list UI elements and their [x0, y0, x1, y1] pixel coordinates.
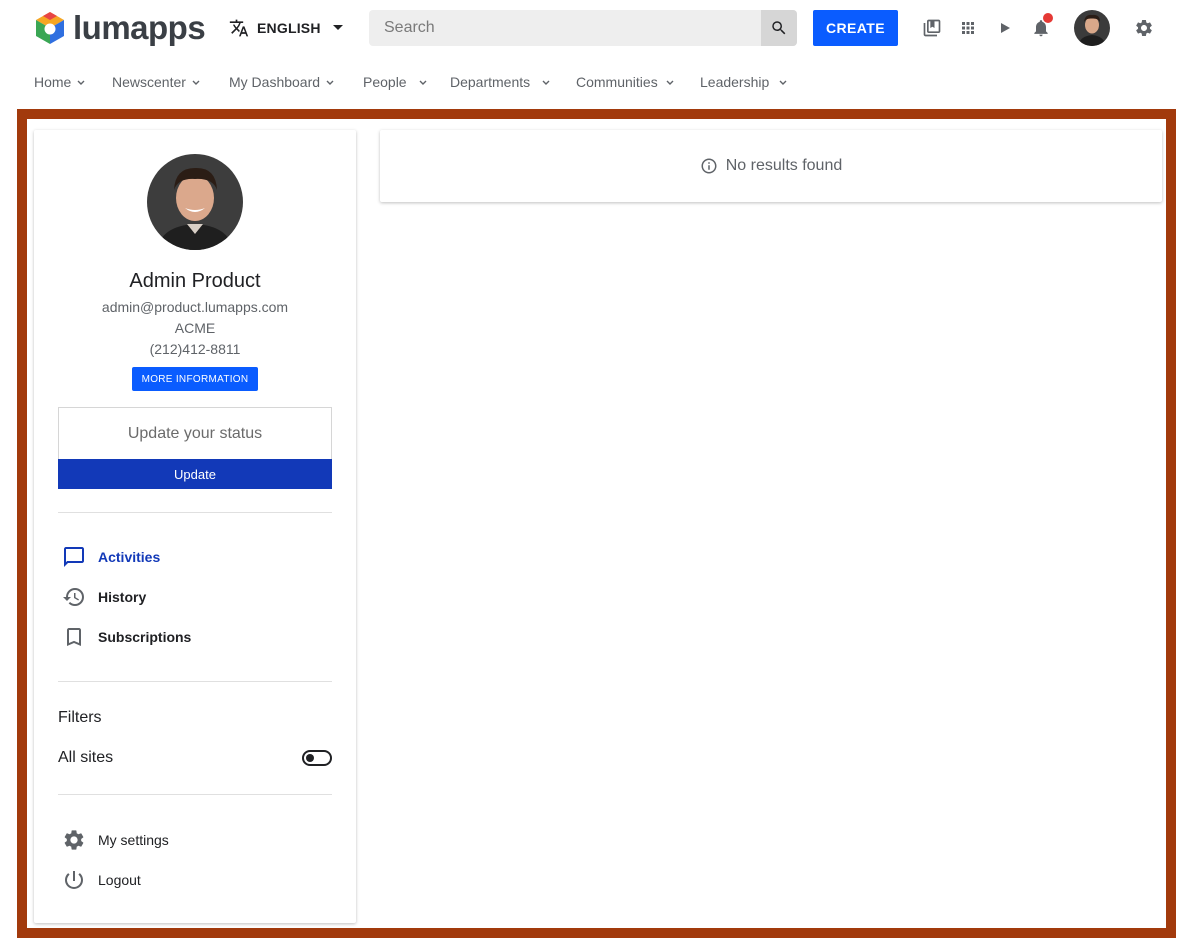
menu-item-subscriptions[interactable]: Subscriptions: [58, 621, 332, 653]
chevron-down-icon: [779, 80, 787, 85]
search-input[interactable]: [369, 10, 761, 46]
menu-item-logout[interactable]: Logout: [58, 864, 332, 896]
top-header: lumapps ENGLISH CREATE: [0, 0, 1184, 56]
status-input[interactable]: [59, 408, 331, 459]
profile-email: admin@product.lumapps.com: [101, 299, 289, 315]
status-box: Update: [58, 407, 332, 489]
update-status-button[interactable]: Update: [58, 459, 332, 489]
power-icon: [58, 864, 90, 896]
menu-item-my-settings[interactable]: My settings: [58, 824, 332, 856]
directory-button[interactable]: [920, 16, 944, 40]
nav-item-label: Newscenter: [112, 74, 186, 90]
divider: [58, 512, 332, 513]
settings-icon: [1136, 19, 1152, 36]
nav-item-home[interactable]: Home: [34, 64, 85, 100]
logo-text: lumapps: [73, 9, 206, 46]
all-sites-label: All sites: [58, 749, 114, 766]
history-icon: [58, 581, 90, 613]
profile-avatar: [147, 154, 243, 250]
search-icon: [772, 21, 786, 35]
info-icon: [701, 158, 717, 174]
main-navigation: Home Newscenter My Dashboard People Depa…: [0, 64, 1184, 100]
caret-down-icon: [332, 25, 343, 30]
lumapps-logo-icon: [36, 12, 64, 44]
search-bar: [369, 10, 797, 46]
profile-organization: ACME: [174, 320, 216, 336]
profile-card: Admin Product admin@product.lumapps.com …: [34, 130, 356, 923]
user-avatar-image: [1074, 10, 1110, 46]
menu-item-history[interactable]: History: [58, 581, 332, 613]
nav-item-my-dashboard[interactable]: My Dashboard: [229, 64, 334, 100]
chevron-down-icon: [77, 80, 85, 85]
chevron-down-icon: [192, 80, 200, 85]
chevron-down-icon: [666, 80, 674, 85]
chat-bubble-icon: [58, 541, 90, 573]
menu-item-label: Activities: [98, 549, 161, 565]
notifications-button[interactable]: [1029, 13, 1053, 40]
toggle-knob: [306, 754, 314, 762]
chevron-down-icon: [326, 80, 334, 85]
menu-item-label: History: [98, 589, 147, 605]
directory-icon: [923, 19, 941, 37]
play-icon: [1001, 23, 1010, 33]
divider: [58, 794, 332, 795]
menu-item-label: Subscriptions: [98, 629, 192, 645]
translate-icon: [229, 19, 249, 37]
nav-item-communities[interactable]: Communities: [576, 64, 674, 100]
settings-icon: [58, 824, 90, 856]
create-button[interactable]: CREATE: [813, 10, 898, 46]
language-selector[interactable]: ENGLISH: [229, 16, 343, 40]
menu-item-label: Logout: [98, 872, 141, 888]
nav-item-label: My Dashboard: [229, 74, 321, 90]
apps-button[interactable]: [956, 16, 980, 40]
lumapps-logo[interactable]: lumapps: [33, 9, 206, 46]
all-sites-toggle[interactable]: [302, 750, 332, 766]
menu-item-activities[interactable]: Activities: [58, 541, 332, 573]
divider: [58, 681, 332, 682]
menu-item-label: My settings: [98, 832, 169, 848]
user-avatar[interactable]: [1074, 10, 1110, 46]
results-card: No results found: [380, 130, 1162, 202]
chevron-down-icon: [542, 80, 550, 85]
notification-badge: [1043, 13, 1053, 23]
profile-avatar-image: [147, 154, 243, 250]
nav-item-newscenter[interactable]: Newscenter: [112, 64, 200, 100]
apps-grid-icon: [962, 22, 974, 34]
filters-title: Filters: [58, 709, 102, 726]
chevron-down-icon: [419, 80, 427, 85]
play-button[interactable]: [993, 16, 1017, 40]
nav-item-label: Home: [34, 74, 72, 90]
nav-item-label: Communities: [576, 74, 658, 90]
profile-name: Admin Product: [129, 270, 261, 292]
nav-item-label: Leadership: [700, 74, 770, 90]
settings-button[interactable]: [1132, 16, 1156, 40]
no-results-message: No results found: [725, 157, 843, 174]
nav-item-departments[interactable]: Departments: [450, 64, 550, 100]
language-label: ENGLISH: [257, 20, 321, 36]
more-information-button[interactable]: MORE INFORMATION: [132, 367, 258, 391]
nav-item-people[interactable]: People: [363, 64, 427, 100]
nav-item-label: Departments: [450, 74, 531, 90]
profile-phone: (212)412-8811: [149, 341, 241, 357]
nav-item-label: People: [363, 74, 407, 90]
search-button[interactable]: [761, 10, 797, 46]
bookmark-icon: [58, 621, 90, 653]
nav-item-leadership[interactable]: Leadership: [700, 64, 787, 100]
